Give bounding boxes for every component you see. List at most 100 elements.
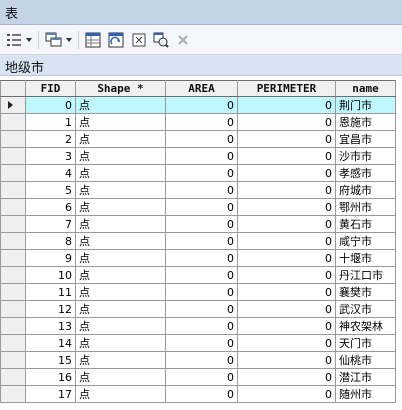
cell-shape[interactable]: 点 — [75, 351, 166, 369]
cell-shape[interactable]: 点 — [75, 317, 166, 335]
cell-perimeter[interactable]: 0 — [237, 164, 336, 182]
cell-fid[interactable]: 2 — [25, 130, 76, 148]
row-selector[interactable] — [0, 215, 26, 233]
cell-shape[interactable]: 点 — [75, 147, 166, 165]
cell-perimeter[interactable]: 0 — [237, 317, 336, 335]
cell-name[interactable]: 襄樊市 — [335, 283, 396, 301]
cell-fid[interactable]: 1 — [25, 113, 76, 131]
cell-name[interactable]: 天门市 — [335, 334, 396, 352]
cell-area[interactable]: 0 — [165, 164, 238, 182]
cell-name[interactable]: 神农架林 — [335, 317, 396, 335]
cell-shape[interactable]: 点 — [75, 300, 166, 318]
cell-name[interactable]: 府城市 — [335, 181, 396, 199]
cell-area[interactable]: 0 — [165, 96, 238, 114]
row-selector[interactable] — [0, 334, 26, 352]
table-row[interactable]: 11 点 0 0 襄樊市 — [0, 283, 396, 301]
cell-name[interactable]: 黄石市 — [335, 215, 396, 233]
cell-fid[interactable]: 17 — [25, 385, 76, 403]
cell-area[interactable]: 0 — [165, 317, 238, 335]
row-selector[interactable] — [0, 198, 26, 216]
cell-fid[interactable]: 12 — [25, 300, 76, 318]
cell-perimeter[interactable]: 0 — [237, 266, 336, 284]
table-row[interactable]: 16 点 0 0 潜江市 — [0, 368, 396, 386]
cell-fid[interactable]: 4 — [25, 164, 76, 182]
cell-area[interactable]: 0 — [165, 198, 238, 216]
column-header-area[interactable]: AREA — [165, 80, 238, 97]
row-selector[interactable] — [0, 96, 26, 114]
cell-fid[interactable]: 11 — [25, 283, 76, 301]
row-selector[interactable] — [0, 147, 26, 165]
cell-shape[interactable]: 点 — [75, 164, 166, 182]
cell-name[interactable]: 潜江市 — [335, 368, 396, 386]
row-selector[interactable] — [0, 385, 26, 403]
cell-shape[interactable]: 点 — [75, 181, 166, 199]
cell-shape[interactable]: 点 — [75, 232, 166, 250]
cell-fid[interactable]: 15 — [25, 351, 76, 369]
cell-shape[interactable]: 点 — [75, 266, 166, 284]
cell-area[interactable]: 0 — [165, 266, 238, 284]
cell-shape[interactable]: 点 — [75, 249, 166, 267]
cell-name[interactable]: 孝感市 — [335, 164, 396, 182]
table-row[interactable]: 7 点 0 0 黄石市 — [0, 215, 396, 233]
cell-area[interactable]: 0 — [165, 283, 238, 301]
cell-shape[interactable]: 点 — [75, 368, 166, 386]
cell-area[interactable]: 0 — [165, 215, 238, 233]
cell-perimeter[interactable]: 0 — [237, 130, 336, 148]
cell-fid[interactable]: 0 — [25, 96, 76, 114]
cell-name[interactable]: 十堰市 — [335, 249, 396, 267]
cell-area[interactable]: 0 — [165, 147, 238, 165]
cell-fid[interactable]: 5 — [25, 181, 76, 199]
table-row[interactable]: 5 点 0 0 府城市 — [0, 181, 396, 199]
row-selector[interactable] — [0, 249, 26, 267]
cell-shape[interactable]: 点 — [75, 130, 166, 148]
cell-perimeter[interactable]: 0 — [237, 334, 336, 352]
cell-area[interactable]: 0 — [165, 130, 238, 148]
table-row[interactable]: 4 点 0 0 孝感市 — [0, 164, 396, 182]
table-row[interactable]: 9 点 0 0 十堰市 — [0, 249, 396, 267]
cell-name[interactable]: 丹江口市 — [335, 266, 396, 284]
select-all-header[interactable] — [0, 80, 26, 97]
cell-area[interactable]: 0 — [165, 334, 238, 352]
column-header-name[interactable]: name — [335, 80, 396, 97]
cell-name[interactable]: 恩施市 — [335, 113, 396, 131]
switch-selection-button[interactable] — [108, 31, 124, 49]
row-selector[interactable] — [0, 266, 26, 284]
cell-shape[interactable]: 点 — [75, 334, 166, 352]
cell-shape[interactable]: 点 — [75, 96, 166, 114]
cell-name[interactable]: 沙市市 — [335, 147, 396, 165]
row-selector[interactable] — [0, 351, 26, 369]
column-header-perimeter[interactable]: PERIMETER — [237, 80, 336, 97]
clear-selection-button[interactable] — [131, 31, 147, 49]
row-selector[interactable] — [0, 368, 26, 386]
cell-perimeter[interactable]: 0 — [237, 198, 336, 216]
cell-name[interactable]: 鄂州市 — [335, 198, 396, 216]
table-row[interactable]: 15 点 0 0 仙桃市 — [0, 351, 396, 369]
cell-shape[interactable]: 点 — [75, 113, 166, 131]
delete-selected-button[interactable] — [176, 31, 190, 49]
table-row[interactable]: 13 点 0 0 神农架林 — [0, 317, 396, 335]
row-selector[interactable] — [0, 113, 26, 131]
cell-name[interactable]: 咸宁市 — [335, 232, 396, 250]
cell-fid[interactable]: 8 — [25, 232, 76, 250]
column-header-shape[interactable]: Shape * — [75, 80, 166, 97]
zoom-to-selected-button[interactable] — [153, 31, 169, 49]
cell-area[interactable]: 0 — [165, 385, 238, 403]
cell-shape[interactable]: 点 — [75, 215, 166, 233]
table-row[interactable]: 6 点 0 0 鄂州市 — [0, 198, 396, 216]
cell-perimeter[interactable]: 0 — [237, 215, 336, 233]
cell-area[interactable]: 0 — [165, 300, 238, 318]
cell-fid[interactable]: 7 — [25, 215, 76, 233]
table-row[interactable]: 8 点 0 0 咸宁市 — [0, 232, 396, 250]
cell-perimeter[interactable]: 0 — [237, 96, 336, 114]
table-row[interactable]: 1 点 0 0 恩施市 — [0, 113, 396, 131]
table-row[interactable]: 10 点 0 0 丹江口市 — [0, 266, 396, 284]
cell-area[interactable]: 0 — [165, 368, 238, 386]
select-by-attributes-button[interactable] — [85, 31, 101, 49]
row-selector[interactable] — [0, 130, 26, 148]
cell-shape[interactable]: 点 — [75, 198, 166, 216]
table-row[interactable]: 12 点 0 0 武汉市 — [0, 300, 396, 318]
cell-perimeter[interactable]: 0 — [237, 249, 336, 267]
cell-shape[interactable]: 点 — [75, 283, 166, 301]
table-row[interactable]: 2 点 0 0 宜昌市 — [0, 130, 396, 148]
row-selector[interactable] — [0, 317, 26, 335]
